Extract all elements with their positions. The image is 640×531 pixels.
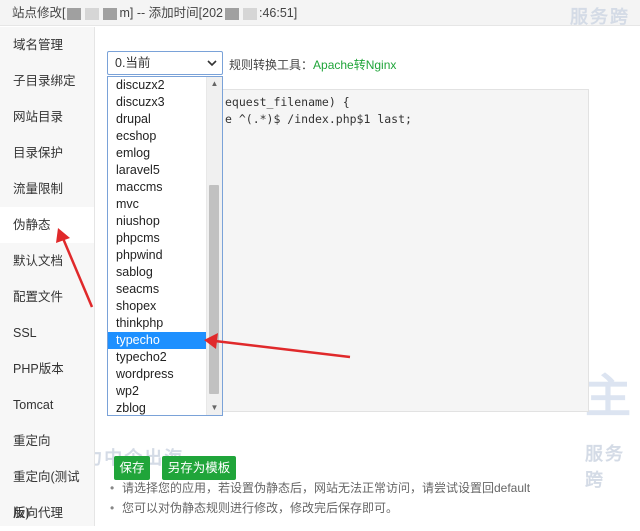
sidebar-item-redirect[interactable]: 重定向 <box>0 423 94 459</box>
dropdown-scrollbar[interactable]: ▲ ▼ <box>206 77 222 415</box>
sidebar-item-label: 伪静态 <box>13 218 51 232</box>
sidebar-item-default-doc[interactable]: 默认文档 <box>0 243 94 279</box>
title-suffix: :46:51] <box>258 6 298 20</box>
sidebar-item-label: 重定向 <box>13 434 51 448</box>
sidebar-item-tomcat[interactable]: Tomcat <box>0 387 94 423</box>
sidebar: 域名管理 子目录绑定 网站目录 目录保护 流量限制 伪静态 默认文档 配置文件 … <box>0 27 95 526</box>
dropdown-option[interactable]: discuzx3 <box>108 94 207 111</box>
sidebar-item-config-file[interactable]: 配置文件 <box>0 279 94 315</box>
sidebar-item-site-dir[interactable]: 网站目录 <box>0 99 94 135</box>
rewrite-template-select[interactable]: 0.当前 <box>107 51 223 75</box>
sidebar-item-ssl[interactable]: SSL <box>0 315 94 351</box>
scrollbar-thumb[interactable] <box>209 185 219 394</box>
sidebar-item-domain[interactable]: 域名管理 <box>0 27 94 63</box>
sidebar-item-subdir-binding[interactable]: 子目录绑定 <box>0 63 94 99</box>
dropdown-option[interactable]: seacms <box>108 281 207 298</box>
sidebar-item-dir-protect[interactable]: 目录保护 <box>0 135 94 171</box>
title-prefix: 站点修改[ <box>12 6 66 20</box>
tip-item: 请选择您的应用，若设置伪静态后，网站无法正常访问，请尝试设置回default <box>108 478 530 498</box>
dropdown-option[interactable]: ecshop <box>108 128 207 145</box>
rewrite-template-dropdown[interactable]: discuzx2 discuzx3 drupal ecshop emlog la… <box>107 76 223 416</box>
dropdown-options: discuzx2 discuzx3 drupal ecshop emlog la… <box>108 77 207 415</box>
sidebar-item-label: 流量限制 <box>13 182 64 196</box>
dropdown-option[interactable]: zblog <box>108 400 207 415</box>
sidebar-item-rewrite[interactable]: 伪静态 <box>0 207 94 243</box>
dropdown-option[interactable]: thinkphp <box>108 315 207 332</box>
dropdown-option[interactable]: laravel5 <box>108 162 207 179</box>
scroll-up-icon[interactable]: ▲ <box>207 77 222 91</box>
sidebar-item-label: 配置文件 <box>13 290 64 304</box>
dropdown-option[interactable]: emlog <box>108 145 207 162</box>
redacted-mosaic <box>67 7 82 20</box>
sidebar-item-label: 反向代理 <box>13 506 64 520</box>
sidebar-item-label: 网站目录 <box>13 110 64 124</box>
tip-item: 您可以对伪静态规则进行修改，修改完后保存即可。 <box>108 498 530 518</box>
dropdown-option[interactable]: phpcms <box>108 230 207 247</box>
select-value: 0.当前 <box>115 56 151 70</box>
redacted-mosaic <box>103 7 118 20</box>
tips-list: 请选择您的应用，若设置伪静态后，网站无法正常访问，请尝试设置回default 您… <box>108 478 530 518</box>
sidebar-item-label: 目录保护 <box>13 146 64 160</box>
sidebar-item-label: PHP版本 <box>13 362 64 376</box>
window-title: 站点修改[ m] -- 添加时间[202 :46:51] <box>0 0 640 26</box>
code-line: equest_filename) { <box>225 95 350 109</box>
convert-tool-label: 规则转换工具： <box>229 58 314 72</box>
scroll-down-icon[interactable]: ▼ <box>207 401 222 415</box>
code-line: e ^(.*)$ /index.php$1 last; <box>225 112 412 126</box>
dropdown-option[interactable]: drupal <box>108 111 207 128</box>
dropdown-option[interactable]: phpwind <box>108 247 207 264</box>
dropdown-option[interactable]: sablog <box>108 264 207 281</box>
dropdown-option[interactable]: typecho2 <box>108 349 207 366</box>
dropdown-option[interactable]: mvc <box>108 196 207 213</box>
sidebar-item-traffic-limit[interactable]: 流量限制 <box>0 171 94 207</box>
dropdown-option-selected[interactable]: typecho <box>108 332 207 349</box>
sidebar-item-label: Tomcat <box>13 398 54 412</box>
dropdown-option[interactable]: wp2 <box>108 383 207 400</box>
redacted-mosaic <box>242 7 257 20</box>
dropdown-option[interactable]: maccms <box>108 179 207 196</box>
sidebar-item-label: 默认文档 <box>13 254 64 268</box>
apache-to-nginx-link[interactable]: Apache转Nginx <box>313 58 396 72</box>
redacted-mosaic <box>85 7 100 20</box>
sidebar-item-label: 域名管理 <box>13 38 64 52</box>
dropdown-option[interactable]: wordpress <box>108 366 207 383</box>
sidebar-item-label: 子目录绑定 <box>13 74 76 88</box>
sidebar-item-php-version[interactable]: PHP版本 <box>0 351 94 387</box>
title-mid: m] -- 添加时间[202 <box>119 6 223 20</box>
convert-tool: 规则转换工具：Apache转Nginx <box>229 56 396 73</box>
save-button[interactable]: 保存 <box>114 456 150 480</box>
redacted-mosaic <box>224 7 239 20</box>
dropdown-option[interactable]: niushop <box>108 213 207 230</box>
save-as-template-button[interactable]: 另存为模板 <box>162 456 236 480</box>
sidebar-item-redirect-beta[interactable]: 重定向(测试版) <box>0 459 94 520</box>
dropdown-option[interactable]: shopex <box>108 298 207 315</box>
dropdown-option[interactable]: discuzx2 <box>108 77 207 94</box>
sidebar-item-label: SSL <box>13 326 37 340</box>
